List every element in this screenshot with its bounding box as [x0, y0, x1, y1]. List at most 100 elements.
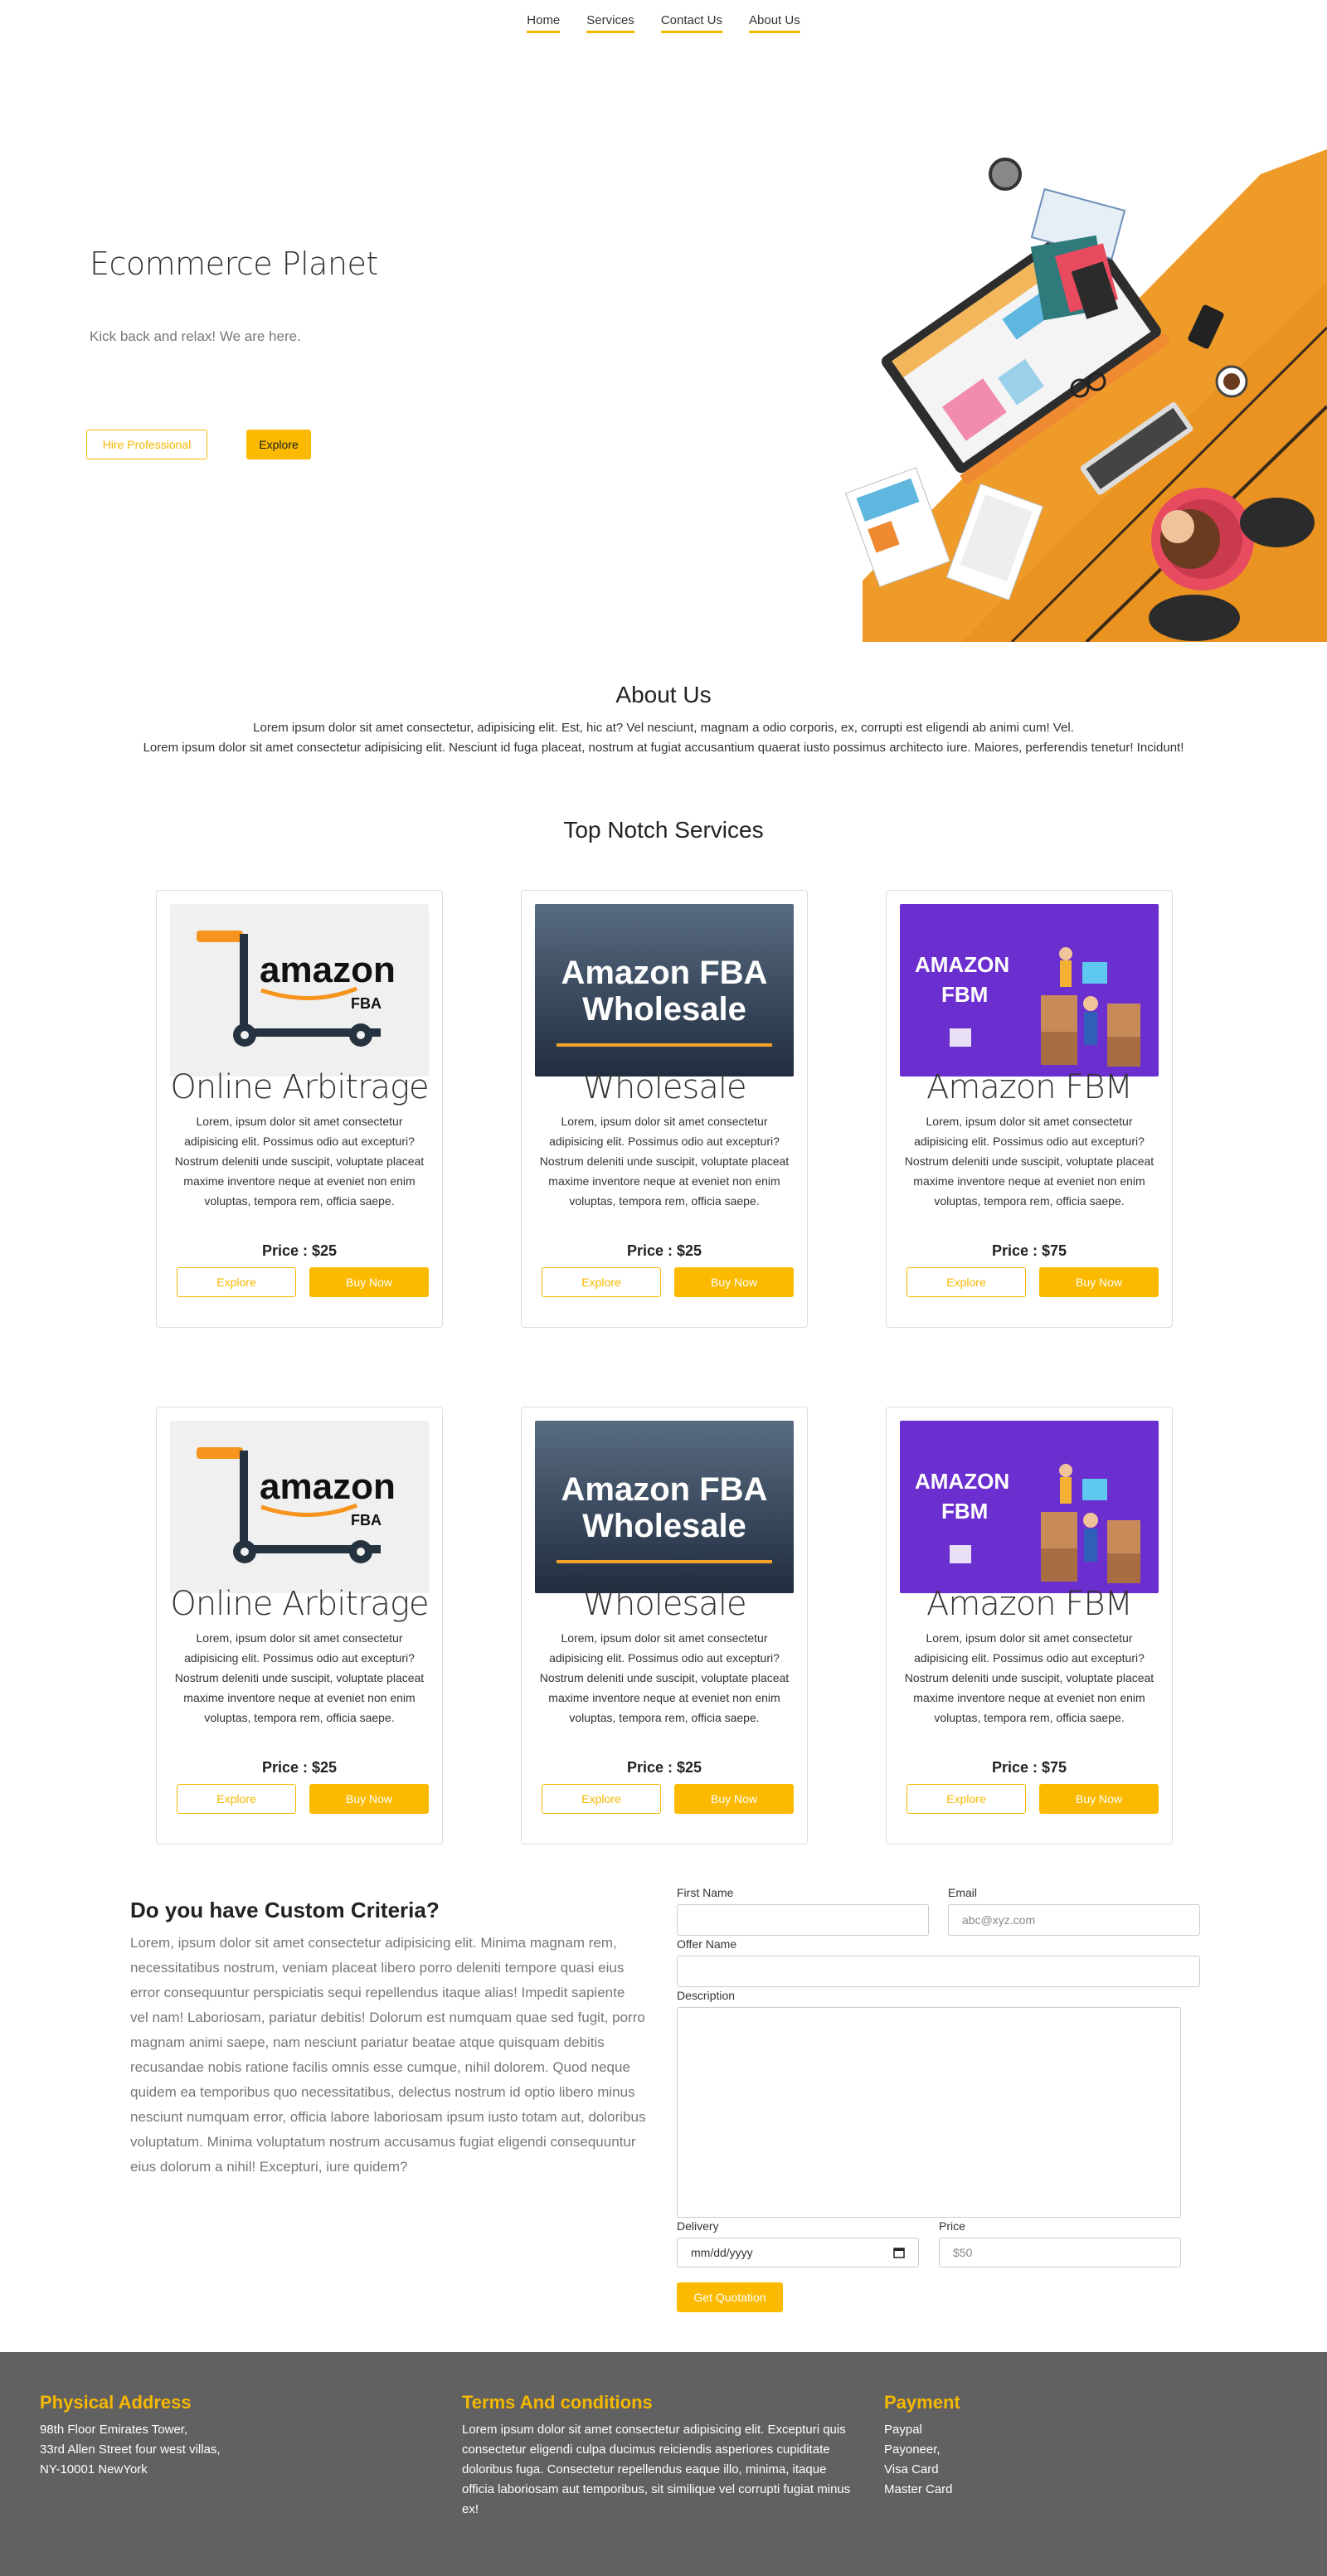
terms-text: Lorem ipsum dolor sit amet consectetur a…: [462, 2423, 851, 2516]
hero-subtitle: Kick back and relax! We are here.: [90, 328, 301, 344]
payment-method: Visa Card: [884, 2462, 939, 2476]
service-card-title: Online Arbitrage: [170, 1068, 429, 1106]
custom-criteria-title: Do you have Custom Criteria?: [130, 1898, 440, 1922]
hire-professional-button[interactable]: Hire Professional: [86, 430, 207, 459]
payment-method: Paypal: [884, 2423, 922, 2437]
service-card-image: AMAZON FBM: [900, 904, 1159, 1077]
amazon-logo-text: amazon: [260, 1466, 396, 1507]
footer-payment: Payment Paypal Payoneer, Visa Card Maste…: [884, 2392, 960, 2500]
about-title: About Us: [615, 682, 712, 707]
service-explore-button[interactable]: Explore: [907, 1267, 1026, 1297]
service-card: AMAZON FBM Amazon FBM Lorem, ipsum dolor si…: [886, 1407, 1173, 1845]
service-card-image: Amazon FBA Wholesale: [535, 1421, 794, 1593]
address-line: NY-10001 NewYork: [40, 2462, 148, 2476]
offer-name-label: Offer Name: [677, 1937, 737, 1951]
service-card-price: Price : $75: [991, 1242, 1067, 1259]
fba-wholesale-line1: Amazon FBA: [561, 1471, 768, 1508]
footer-terms: Terms And conditions Lorem ipsum dolor s…: [462, 2392, 860, 2520]
buy-now-button[interactable]: Buy Now: [309, 1784, 429, 1814]
amazon-fba-image: amazon FBA: [170, 1421, 429, 1593]
service-card-price: Price : $25: [261, 1242, 338, 1259]
service-explore-button[interactable]: Explore: [177, 1784, 296, 1814]
service-card-description: Lorem, ipsum dolor sit amet consectetur …: [904, 1631, 1154, 1724]
service-card-title: Online Arbitrage: [170, 1585, 429, 1623]
fba-wholesale-line2: Wholesale: [582, 991, 746, 1028]
nav-home[interactable]: Home: [527, 13, 561, 33]
service-card-price: Price : $75: [991, 1759, 1067, 1776]
workspace-illustration: [845, 149, 1327, 642]
service-card: Amazon FBA Wholesale Wholesale Lorem, ipsum…: [521, 1407, 808, 1845]
service-card-description: Lorem, ipsum dolor sit amet consectetur …: [539, 1115, 790, 1208]
address-line: 33rd Allen Street four west villas,: [40, 2442, 221, 2457]
email-field[interactable]: abc@xyz.com: [948, 1904, 1200, 1936]
buy-now-button[interactable]: Buy Now: [674, 1267, 794, 1297]
service-card-description: Lorem, ipsum dolor sit amet consectetur …: [174, 1115, 425, 1208]
about-line-1: Lorem ipsum dolor sit amet consectetur, …: [253, 721, 1074, 735]
amazon-fbm-image: AMAZON FBM: [900, 904, 1159, 1077]
service-card-title: Wholesale: [582, 1068, 746, 1106]
fba-label-text: FBA: [351, 1512, 382, 1529]
payment-title: Payment: [884, 2392, 960, 2413]
buy-now-button[interactable]: Buy Now: [1039, 1267, 1159, 1297]
fba-wholesale-line2: Wholesale: [582, 1508, 746, 1544]
custom-criteria-text: Lorem, ipsum dolor sit amet consectetur …: [130, 1935, 646, 2175]
service-card-price: Price : $25: [626, 1242, 702, 1259]
price-field[interactable]: $50: [939, 2238, 1181, 2267]
fba-wholesale-image: Amazon FBAWholesale: [535, 1421, 794, 1593]
fba-wholesale-line1: Amazon FBA: [561, 955, 768, 991]
description-textarea[interactable]: [677, 2007, 1181, 2218]
service-card-description: Lorem, ipsum dolor sit amet consectetur …: [539, 1631, 790, 1724]
service-explore-button[interactable]: Explore: [542, 1267, 661, 1297]
fbm-line1: AMAZON: [915, 952, 1009, 977]
nav-about-us[interactable]: About Us: [749, 13, 800, 33]
buy-now-button[interactable]: Buy Now: [309, 1267, 429, 1297]
service-card-image: amazon FBA: [170, 904, 429, 1077]
first-name-field[interactable]: [677, 1904, 929, 1936]
price-label: Price: [939, 2219, 965, 2233]
footer: Physical Address 98th Floor Emirates Tow…: [0, 2352, 1327, 2576]
service-card-image: AMAZON FBM: [900, 1421, 1159, 1593]
calendar-icon[interactable]: [893, 2247, 905, 2258]
email-label: Email: [948, 1886, 978, 1899]
nav-services[interactable]: Services: [586, 13, 634, 33]
service-card-description: Lorem, ipsum dolor sit amet consectetur …: [174, 1631, 425, 1724]
service-explore-button[interactable]: Explore: [907, 1784, 1026, 1814]
address-title: Physical Address: [40, 2392, 192, 2413]
delivery-date-placeholder: mm/dd/yyyy: [691, 2246, 753, 2259]
get-quotation-button[interactable]: Get Quotation: [677, 2282, 783, 2312]
offer-name-field[interactable]: [677, 1956, 1200, 1987]
buy-now-button[interactable]: Buy Now: [1039, 1784, 1159, 1814]
payment-method: Master Card: [884, 2482, 953, 2496]
service-card: Amazon FBA Wholesale Wholesale Lorem, ipsum…: [521, 890, 808, 1328]
service-card-title: Wholesale: [582, 1585, 746, 1623]
address-line: 98th Floor Emirates Tower,: [40, 2423, 188, 2437]
terms-title: Terms And conditions: [462, 2392, 653, 2413]
service-card-title: Amazon FBM: [926, 1068, 1133, 1106]
delivery-label: Delivery: [677, 2219, 719, 2233]
service-card-price: Price : $25: [626, 1759, 702, 1776]
service-card-price: Price : $25: [261, 1759, 338, 1776]
service-card: amazon FBA Online Arbitrage Lorem, ipsum do…: [156, 890, 443, 1328]
top-nav: Home Services Contact Us About Us: [0, 13, 1327, 33]
fbm-line2: FBM: [941, 1499, 988, 1524]
service-explore-button[interactable]: Explore: [177, 1267, 296, 1297]
nav-contact-us[interactable]: Contact Us: [660, 13, 723, 33]
about-text: Lorem ipsum dolor sit amet consectetur, …: [124, 718, 1203, 758]
hero-explore-button[interactable]: Explore: [246, 430, 311, 459]
fbm-line1: AMAZON: [915, 1469, 1009, 1494]
amazon-fba-image: amazon FBA: [170, 904, 429, 1077]
service-explore-button[interactable]: Explore: [542, 1784, 661, 1814]
buy-now-button[interactable]: Buy Now: [674, 1784, 794, 1814]
service-card-image: amazon FBA: [170, 1421, 429, 1593]
fba-wholesale-image: Amazon FBAWholesale: [535, 904, 794, 1077]
service-card: AMAZON FBM Amazon FBM Lorem, ipsum dolor si…: [886, 890, 1173, 1328]
amazon-fbm-image: AMAZON FBM: [900, 1421, 1159, 1593]
service-card-description: Lorem, ipsum dolor sit amet consectetur …: [904, 1115, 1154, 1208]
footer-address: Physical Address 98th Floor Emirates Tow…: [40, 2392, 221, 2480]
hero-title: Ecommerce Planet: [90, 245, 378, 282]
about-line-2: Lorem ipsum dolor sit amet consectetur a…: [143, 741, 1184, 755]
first-name-label: First Name: [677, 1886, 734, 1899]
delivery-date-field[interactable]: mm/dd/yyyy: [677, 2238, 919, 2267]
fbm-line2: FBM: [941, 982, 988, 1007]
payment-method: Payoneer,: [884, 2442, 941, 2457]
